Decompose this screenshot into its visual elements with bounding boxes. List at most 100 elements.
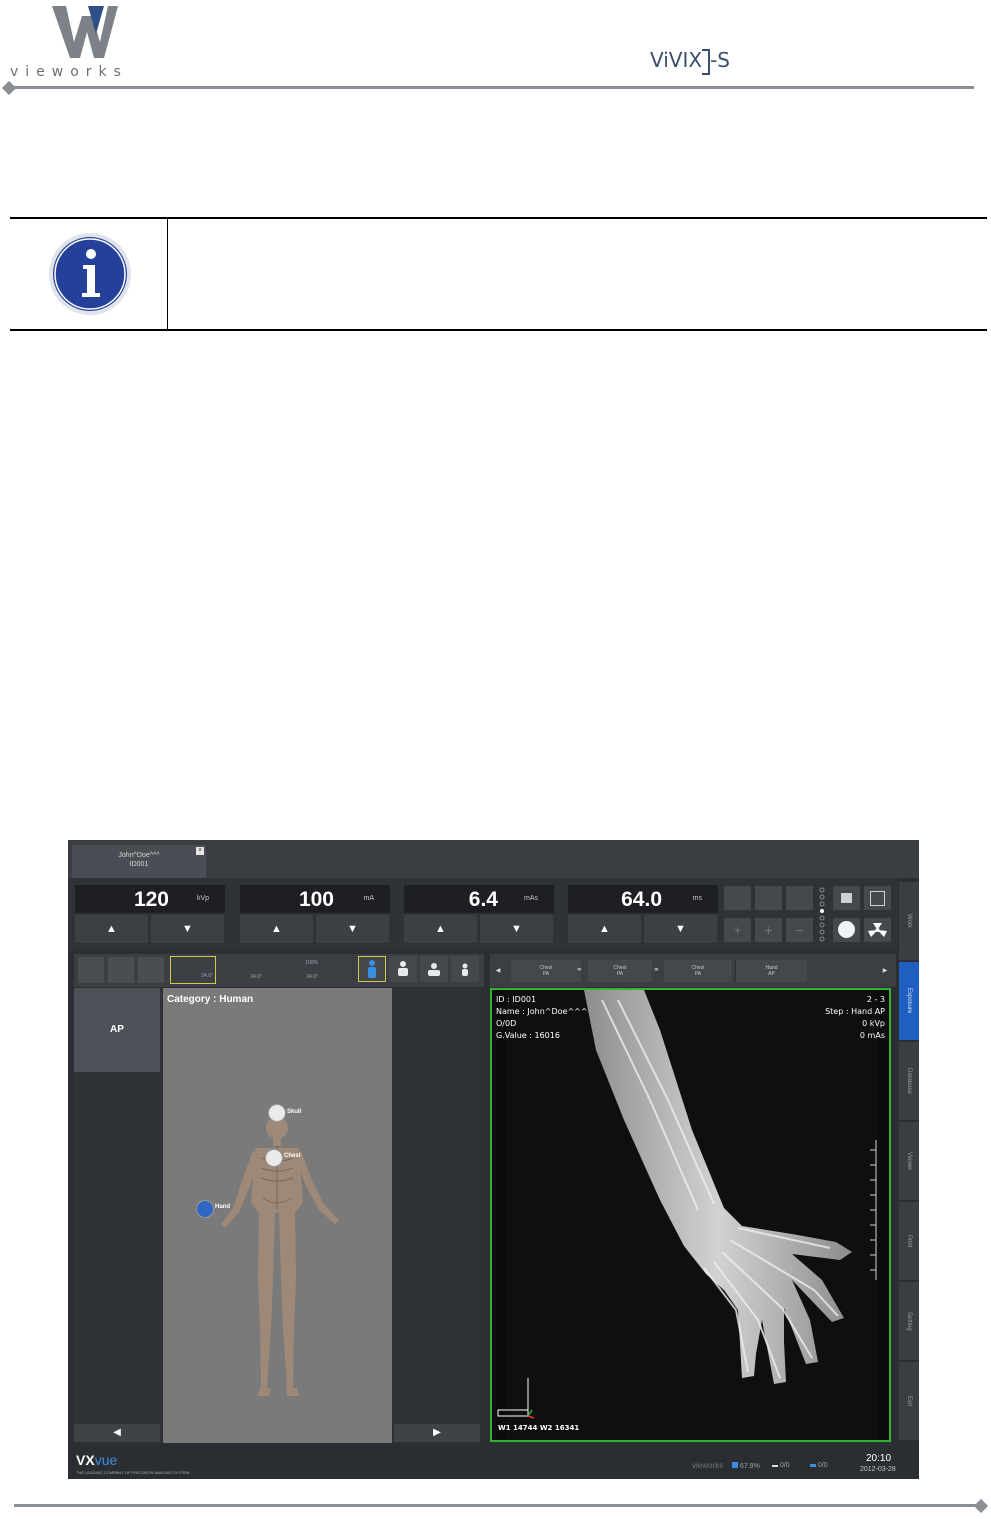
sequence-item-4[interactable]: Hand AP: [735, 960, 807, 982]
detector-1-button[interactable]: 24.0°: [170, 956, 216, 984]
tab-work[interactable]: Work: [899, 882, 919, 960]
overlay-image-count: 2 - 3: [866, 995, 885, 1004]
protocol-step-list: ▶: [393, 988, 481, 1443]
aec-toggle-button[interactable]: +: [724, 918, 751, 942]
close-tab-icon[interactable]: ×: [196, 847, 204, 855]
mas-up-button[interactable]: ▲: [404, 915, 477, 943]
skull-marker[interactable]: [268, 1104, 286, 1122]
ms-unit: ms: [692, 895, 702, 902]
aec-field-right-button[interactable]: [786, 886, 813, 910]
storage-indicator: 67.9%: [732, 1462, 760, 1470]
vivix-logo: ViVIX -S: [650, 48, 730, 75]
sequence-item-3-view: PA: [694, 971, 702, 977]
detector-slot-2-button[interactable]: [108, 957, 134, 983]
ms-down-button[interactable]: ▼: [644, 915, 717, 943]
status-indicator-3: 0/0: [810, 1462, 828, 1469]
vivix-logo-frame: [702, 48, 711, 75]
sequence-item-2[interactable]: Chest PA: [588, 960, 652, 982]
ms-up-button[interactable]: ▲: [568, 915, 641, 943]
kvp-unit: kVp: [196, 895, 209, 902]
chest-marker[interactable]: [265, 1149, 283, 1167]
sequence-item-2-view: PA: [616, 971, 624, 977]
link-icon: ⚭: [653, 965, 660, 974]
ma-display: 100 mA: [240, 885, 390, 913]
app-screenshot: John^Doe^^^ ID001 × 120 kVp ▲ ▼ 100 mA ▲…: [68, 840, 919, 1479]
radiation-icon[interactable]: [864, 918, 891, 942]
human-upper-body-icon[interactable]: [389, 956, 417, 982]
mas-value: 6.4: [468, 888, 498, 911]
patient-tab[interactable]: John^Doe^^^ ID001: [72, 845, 206, 878]
tab-print[interactable]: Print: [899, 1202, 919, 1280]
kvp-down-button[interactable]: ▼: [151, 915, 224, 943]
sequence-next-arrow[interactable]: ▶: [879, 960, 891, 982]
storage-icon: [732, 1462, 738, 1468]
info-icon: [49, 233, 131, 315]
human-child-icon[interactable]: [451, 956, 479, 982]
tab-database[interactable]: Database: [899, 1042, 919, 1120]
human-adult-icon[interactable]: [358, 956, 386, 982]
sequence-item-3[interactable]: Chest PA: [664, 960, 732, 982]
skull-label: Skull: [287, 1109, 302, 1115]
prev-page-button[interactable]: ◀: [74, 1424, 160, 1442]
ready-indicator-icon[interactable]: [833, 918, 860, 942]
kvp-value: 120: [133, 888, 169, 911]
overlay-kvp: 0 kVp: [862, 1019, 885, 1028]
anatomy-selector: Category : Human Skull Chest Hand: [163, 988, 392, 1443]
next-page-button[interactable]: ▶: [394, 1424, 480, 1442]
ms-display: 64.0 ms: [568, 885, 718, 913]
ma-down-button[interactable]: ▼: [316, 915, 389, 943]
chest-label: Chest: [284, 1153, 301, 1159]
sequence-item-4-view: AP: [768, 971, 775, 977]
sequence-prev-arrow[interactable]: ◀: [492, 960, 504, 982]
status-2-icon: [772, 1465, 778, 1467]
hand-marker[interactable]: [196, 1200, 214, 1218]
ma-up-button[interactable]: ▲: [240, 915, 313, 943]
detector-3-button[interactable]: 100% 24.0°: [268, 956, 320, 984]
vxvue-logo-vx: VX: [76, 1452, 95, 1468]
tab-exposure[interactable]: Exposure: [899, 962, 919, 1040]
minus-icon[interactable]: −: [786, 918, 813, 942]
note-box-top-border: [10, 217, 987, 219]
vieworks-logo-mark: [52, 6, 118, 58]
tab-exit[interactable]: Exit: [899, 1362, 919, 1440]
human-bust-icon[interactable]: [420, 956, 448, 982]
overlay-patient-name: Name : John^Doe^^^: [496, 1007, 588, 1016]
hand-xray-image: [497, 990, 878, 1440]
mas-unit: mAs: [524, 895, 538, 902]
view-ap-button[interactable]: AP: [74, 988, 160, 1072]
detector-2-button[interactable]: 24.0°: [218, 956, 264, 984]
header-rule-diamond: [1, 80, 17, 96]
status-clock: 20:10: [866, 1453, 892, 1464]
human-skeleton-figure: [221, 1117, 339, 1396]
tab-setting[interactable]: Setting: [899, 1282, 919, 1360]
sequence-item-1[interactable]: Chest PA: [511, 960, 581, 982]
vieworks-logo-text: vieworks: [10, 64, 128, 80]
vxvue-tagline: THE LEADING COMPANY OF PRECISION IMAGING…: [76, 1470, 190, 1475]
patient-tab-name: John^Doe^^^: [118, 852, 160, 859]
detector-slot-1-button[interactable]: [78, 957, 104, 983]
xray-viewer[interactable]: ID : ID001 Name : John^Doe^^^ O/0D G.Val…: [490, 988, 891, 1442]
plus-icon[interactable]: +: [755, 918, 782, 942]
status-3-icon: [810, 1464, 816, 1467]
stop-icon[interactable]: [833, 886, 860, 910]
status-bar: VXvue THE LEADING COMPANY OF PRECISION I…: [68, 1445, 919, 1479]
mas-display: 6.4 mAs: [404, 885, 554, 913]
detector-slot-3-button[interactable]: [138, 957, 164, 983]
kvp-up-button[interactable]: ▲: [75, 915, 148, 943]
aec-field-center-button[interactable]: [755, 886, 782, 910]
detector-1-angle: 24.0°: [201, 973, 213, 979]
overlay-step: Step : Hand AP: [825, 1007, 885, 1016]
square-icon[interactable]: [864, 886, 891, 910]
tab-viewer[interactable]: Viewer: [899, 1122, 919, 1200]
aec-field-left-button[interactable]: [724, 886, 751, 910]
link-icon: ⚭: [576, 965, 583, 974]
density-scale[interactable]: [818, 886, 826, 942]
mas-down-button[interactable]: ▼: [480, 915, 553, 943]
ms-value: 64.0: [621, 888, 662, 911]
overlay-patient-id: ID : ID001: [496, 995, 537, 1004]
ma-value: 100: [298, 888, 334, 911]
footer-rule-diamond: [973, 1498, 989, 1514]
overlay-gvalue: G.Value : 16016: [496, 1031, 560, 1040]
patient-tab-id: ID001: [129, 861, 149, 868]
detector-2-angle: 24.0°: [250, 974, 262, 980]
